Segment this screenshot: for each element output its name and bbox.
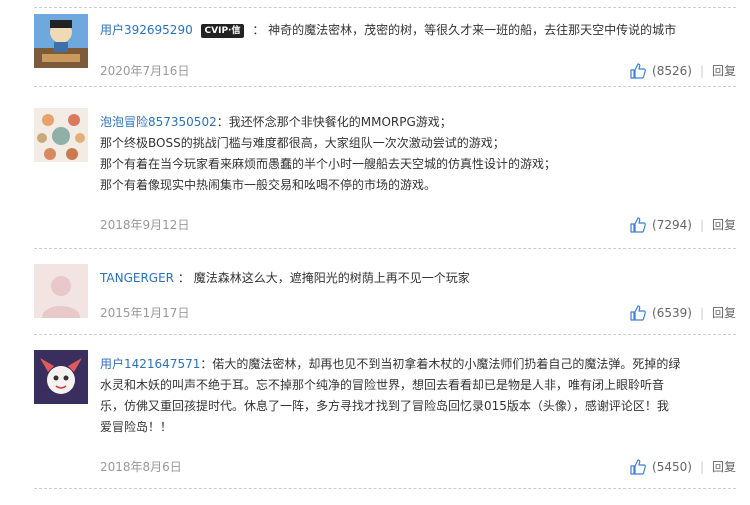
comment-meta: 2018年9月12日 (7294) | 回复 xyxy=(100,216,736,233)
comment-actions: (6539) | 回复 xyxy=(630,304,736,321)
comment-line: 爱冒险岛！！ xyxy=(100,420,173,434)
like-count: (7294) xyxy=(652,217,692,232)
comment-meta: 2020年7月16日 (8526) | 回复 xyxy=(100,62,736,79)
comment-item: TANGERGER ： 魔法森林这么大，遮掩阳光的树荫上再不见一个玩家 2015… xyxy=(34,264,736,335)
like-count: (5450) xyxy=(652,459,692,474)
comment-date: 2015年1月17日 xyxy=(100,306,190,320)
username-link[interactable]: TANGERGER xyxy=(100,271,174,285)
comment-body: TANGERGER ： 魔法森林这么大，遮掩阳光的树荫上再不见一个玩家 xyxy=(100,268,736,289)
thumbs-up-icon[interactable] xyxy=(630,62,646,79)
divider: | xyxy=(699,305,704,320)
comment-line: 偌大的魔法密林，却再也见不到当初拿着木杖的小魔法师们扔着自己的魔法弹。死掉的绿 xyxy=(212,357,681,371)
comment-actions: (5450) | 回复 xyxy=(630,458,736,475)
comment-line: 那个终极BOSS的挑战门槛与难度都很高，大家组队一次次激动尝试的游戏； xyxy=(100,136,505,150)
comment-meta: 2015年1月17日 (6539) | 回复 xyxy=(100,304,736,321)
comment-actions: (7294) | 回复 xyxy=(630,216,736,233)
like-count: (6539) xyxy=(652,305,692,320)
thumbs-up-icon[interactable] xyxy=(630,458,646,475)
comment-text: 用户392695290 CVIP·信 ： 神奇的魔法密林，茂密的树，等很久才来一… xyxy=(100,23,677,38)
username-link[interactable]: 用户392695290 xyxy=(100,23,193,37)
divider: | xyxy=(699,63,704,78)
comment-body: 用户392695290 CVIP·信 ： 神奇的魔法密林，茂密的树，等很久才来一… xyxy=(100,20,736,41)
reply-link[interactable]: 回复 xyxy=(712,216,736,233)
comment-line: 那个有着在当今玩家看来麻烦而愚蠢的半个小时一艘船去天空城的仿真性设计的游戏； xyxy=(100,157,557,171)
reply-link[interactable]: 回复 xyxy=(712,62,736,79)
thumbs-up-icon[interactable] xyxy=(630,216,646,233)
top-divider xyxy=(34,7,736,8)
avatar[interactable] xyxy=(34,350,88,404)
comment-content: 神奇的魔法密林，茂密的树，等很久才来一班的船，去往那天空中传说的城市 xyxy=(268,23,677,37)
comment-date: 2018年8月6日 xyxy=(100,460,182,474)
vip-badge: CVIP·信 xyxy=(200,24,245,38)
username-link[interactable]: 泡泡冒险857350502 xyxy=(100,115,217,129)
comment-text: TANGERGER ： 魔法森林这么大，遮掩阳光的树荫上再不见一个玩家 xyxy=(100,271,470,285)
reply-link[interactable]: 回复 xyxy=(712,458,736,475)
comment-actions: (8526) | 回复 xyxy=(630,62,736,79)
comment-item: 游戏 用户392695290 CVIP·信 ： 神奇的魔法密林，茂密的树，等很久… xyxy=(34,14,736,87)
comment-line: 那个有着像现实中热闹集市一般交易和吆喝不停的市场的游戏。 xyxy=(100,178,437,192)
comment-text: 用户1421647571：偌大的魔法密林，却再也见不到当初拿着木杖的小魔法师们扔… xyxy=(100,357,681,434)
comment-line: 水灵和木妖的叫声不绝于耳。忘不掉那个纯净的冒险世界，想回去看看却已是物是人非，唯… xyxy=(100,378,665,392)
comment-date: 2020年7月16日 xyxy=(100,64,190,78)
comment-body: 泡泡冒险857350502：我还怀念那个非快餐化的MMORPG游戏； 那个终极B… xyxy=(100,112,736,196)
avatar[interactable] xyxy=(34,264,88,318)
divider: | xyxy=(699,217,704,232)
comment-line: 乐，仿佛又重回孩提时代。休息了一阵，多方寻找才找到了冒险岛回忆录015版本（头像… xyxy=(100,399,669,413)
avatar[interactable] xyxy=(34,108,88,162)
divider: | xyxy=(699,459,704,474)
comment-meta: 2018年8月6日 (5450) | 回复 xyxy=(100,458,736,475)
reply-link[interactable]: 回复 xyxy=(712,304,736,321)
thumbs-up-icon[interactable] xyxy=(630,304,646,321)
comment-line: 我还怀念那个非快餐化的MMORPG游戏； xyxy=(228,115,452,129)
comment-content: 魔法森林这么大，遮掩阳光的树荫上再不见一个玩家 xyxy=(193,271,470,285)
username-link[interactable]: 用户1421647571 xyxy=(100,357,200,371)
avatar[interactable] xyxy=(34,14,88,68)
like-count: (8526) xyxy=(652,63,692,78)
comment-date: 2018年9月12日 xyxy=(100,218,190,232)
comment-text: 泡泡冒险857350502：我还怀念那个非快餐化的MMORPG游戏； 那个终极B… xyxy=(100,115,557,192)
comment-item: 用户1421647571：偌大的魔法密林，却再也见不到当初拿着木杖的小魔法师们扔… xyxy=(34,350,736,489)
comment-item: 泡泡冒险857350502：我还怀念那个非快餐化的MMORPG游戏； 那个终极B… xyxy=(34,108,736,249)
comment-body: 用户1421647571：偌大的魔法密林，却再也见不到当初拿着木杖的小魔法师们扔… xyxy=(100,354,736,438)
